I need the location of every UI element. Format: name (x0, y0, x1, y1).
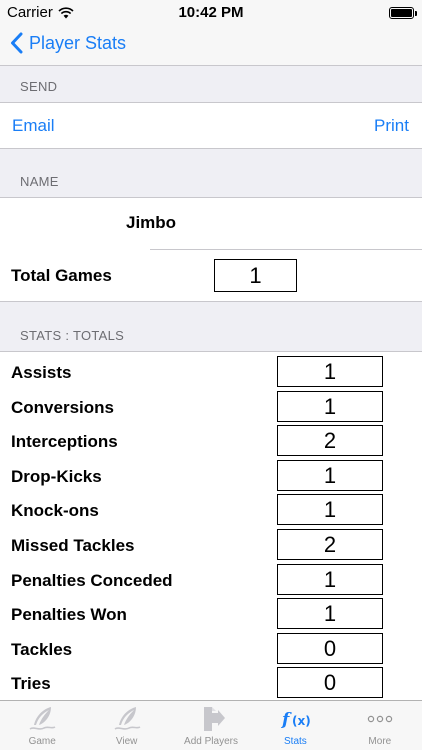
stat-label: Penalties Conceded (11, 570, 173, 590)
stat-value-box[interactable]: 1 (277, 598, 383, 630)
stat-value-box[interactable]: 1 (277, 356, 383, 387)
tab-stats[interactable]: f (x) Stats (253, 701, 337, 750)
stat-label: Tackles (11, 639, 73, 659)
tab-bar: Game View Add Players f (x) Stats More (0, 700, 422, 750)
stat-value-box[interactable]: 1 (277, 563, 383, 595)
status-bar: Carrier 10:42 PM (0, 0, 422, 26)
add-players-icon (204, 707, 226, 731)
stat-label: Missed Tackles (11, 536, 135, 555)
player-name: Jimbo (126, 213, 177, 232)
back-button[interactable]: Player Stats (10, 32, 126, 54)
more-icon (367, 715, 393, 723)
stat-value-box[interactable]: 1 (277, 459, 383, 491)
section-header-send-label: SEND (20, 79, 58, 94)
stat-row-penalties-won: Penalties Won 1 (0, 597, 422, 632)
svg-text:(x): (x) (292, 714, 311, 728)
tab-label: Add Players (184, 736, 238, 747)
section-header-send: SEND (0, 66, 422, 103)
clock: 10:42 PM (178, 4, 244, 21)
section-header-name-label: NAME (20, 174, 59, 189)
tab-label: Game (28, 736, 56, 747)
section-header-name: NAME (0, 149, 422, 198)
tab-more[interactable]: More (338, 701, 422, 750)
back-button-label: Player Stats (29, 32, 127, 53)
stat-label: Drop-Kicks (11, 466, 102, 486)
player-name-row: Jimbo (0, 198, 422, 250)
stat-row-tackles: Tackles 0 (0, 631, 422, 667)
stat-value-box[interactable]: 1 (277, 494, 383, 526)
print-button[interactable]: Print (374, 116, 409, 136)
stat-value-box[interactable]: 0 (277, 667, 383, 699)
stat-label: Knock-ons (11, 501, 99, 521)
section-header-stats-label: STATS : TOTALS (20, 328, 125, 343)
navigation-bar: Player Stats (0, 26, 422, 66)
svg-text:f: f (281, 710, 292, 730)
stat-label: Penalties Won (11, 605, 127, 625)
stat-value-box[interactable]: 2 (277, 425, 383, 457)
total-games-row: Total Games 1 (0, 250, 422, 302)
stat-row-tries: Tries 0 (0, 666, 422, 701)
send-row: Email Print (0, 103, 422, 149)
total-games-value[interactable]: 1 (214, 259, 297, 292)
stat-value-box[interactable]: 2 (277, 529, 383, 560)
tab-label: Stats (284, 736, 307, 747)
stat-row-penalties-conceded: Penalties Conceded 1 (0, 562, 422, 598)
stat-row-knock-ons: Knock-ons 1 (0, 493, 422, 528)
total-games-label: Total Games (11, 266, 112, 285)
quill-icon (29, 707, 56, 730)
stat-row-missed-tackles: Missed Tackles 2 (0, 528, 422, 563)
stat-label: Tries (11, 674, 51, 694)
stat-row-drop-kicks: Drop-Kicks 1 (0, 458, 422, 494)
chevron-left-icon (11, 32, 23, 54)
stat-label: Conversions (11, 397, 114, 417)
tab-game[interactable]: Game (0, 701, 84, 750)
stat-value-box[interactable]: 0 (277, 632, 383, 664)
stat-row-assists: Assists 1 (0, 355, 422, 390)
tab-view[interactable]: View (84, 701, 168, 750)
tab-add-players[interactable]: Add Players (169, 701, 253, 750)
email-button[interactable]: Email (12, 116, 55, 136)
quill-icon (114, 707, 141, 730)
stat-row-conversions: Conversions 1 (0, 389, 422, 425)
stat-value-box[interactable]: 1 (277, 390, 383, 422)
battery-icon (389, 7, 417, 19)
tab-label: More (368, 736, 392, 747)
stat-label: Assists (11, 363, 72, 382)
function-icon: f (x) (281, 710, 311, 730)
tab-label: View (115, 736, 138, 747)
section-header-stats: STATS : TOTALS (0, 302, 422, 352)
stat-row-interceptions: Interceptions 2 (0, 424, 422, 459)
stat-label: Interceptions (11, 432, 118, 452)
